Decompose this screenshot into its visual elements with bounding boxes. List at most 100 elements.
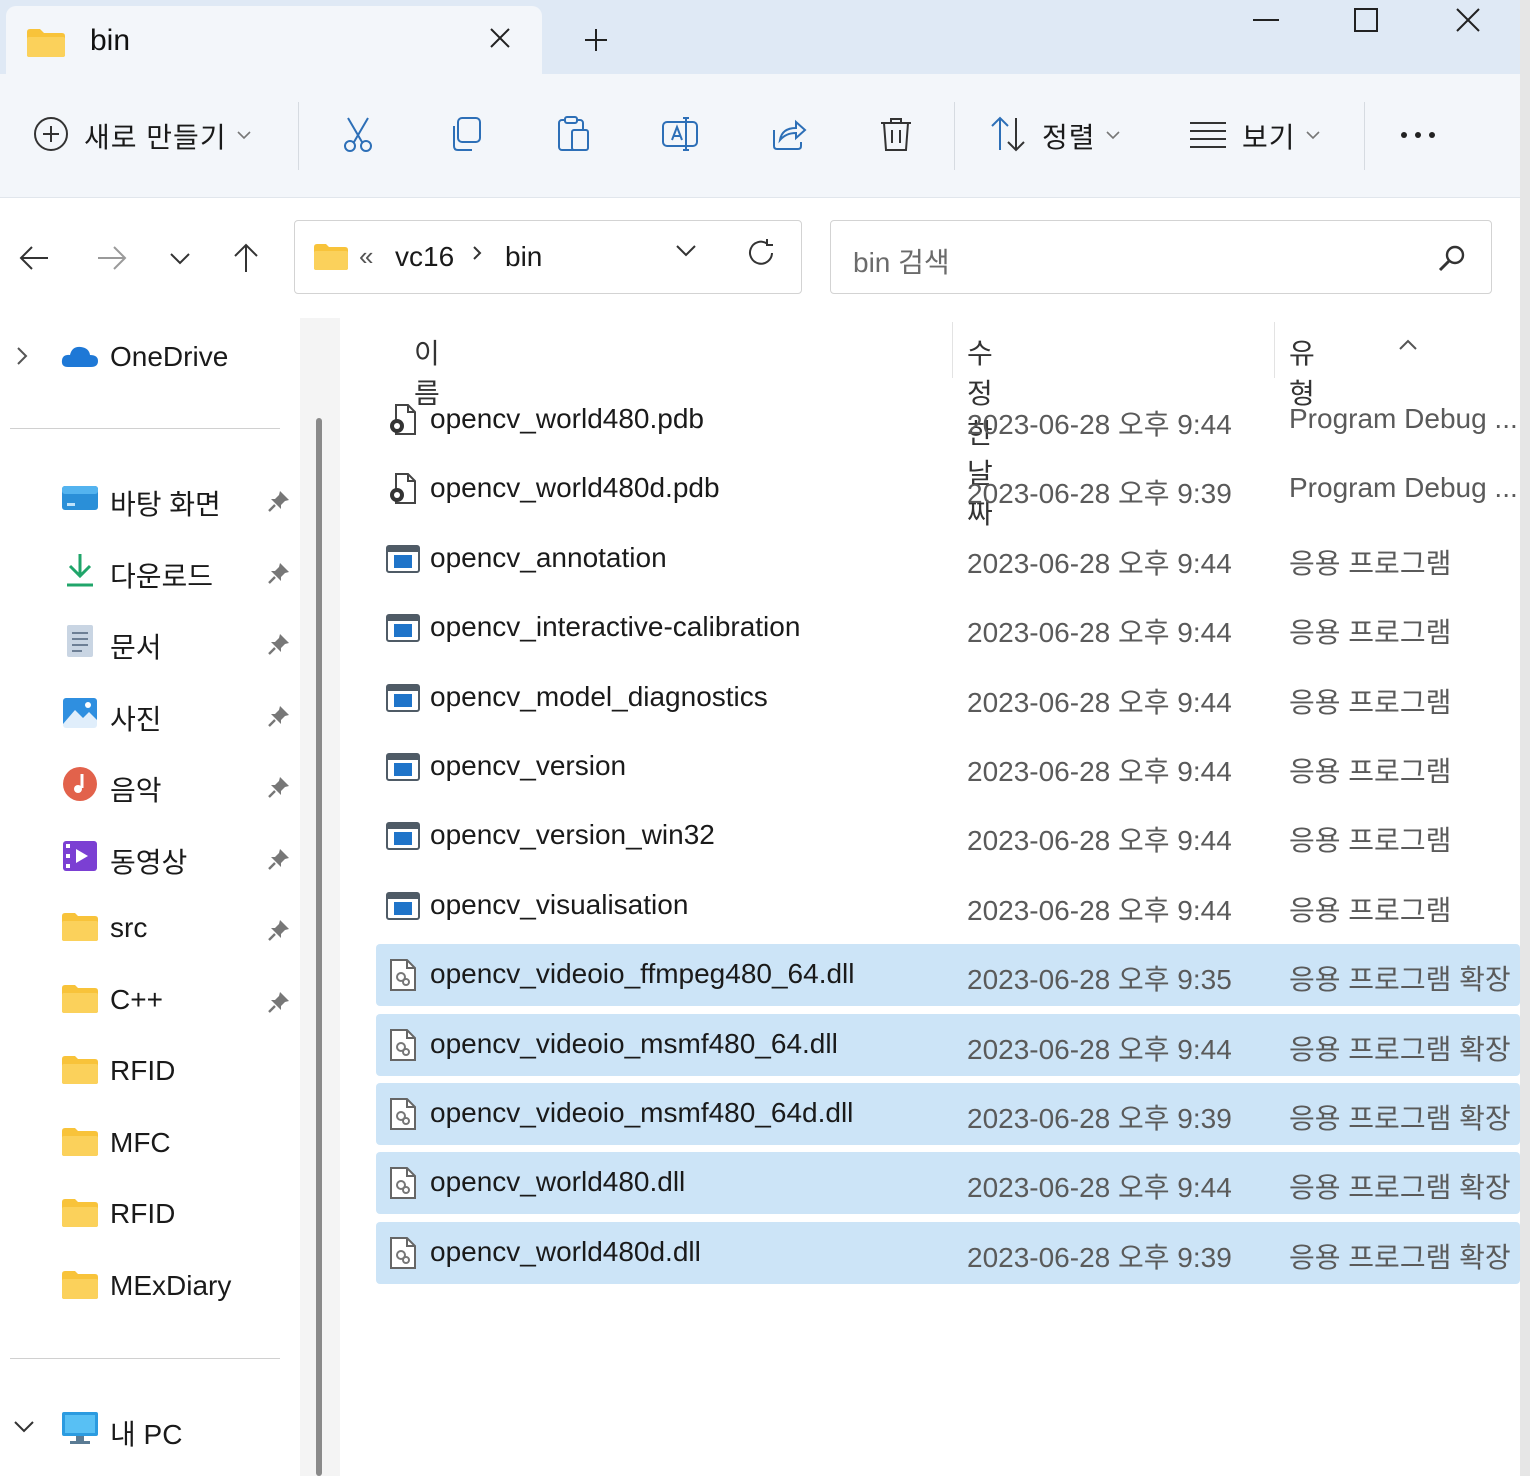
back-arrow-icon[interactable] bbox=[12, 236, 56, 280]
file-name: opencv_videoio_ffmpeg480_64.dll bbox=[430, 958, 855, 990]
command-bar: 새로 만들기 정렬 보기 bbox=[0, 74, 1520, 198]
breadcrumb-vc16[interactable]: vc16 bbox=[395, 241, 454, 273]
column-divider[interactable] bbox=[952, 322, 953, 378]
delete-button[interactable] bbox=[876, 108, 916, 164]
dll-file-icon bbox=[386, 1097, 420, 1131]
new-button-label: 새로 만들기 bbox=[84, 122, 227, 153]
navigation-bar: « vc16 bin bin 검색 bbox=[0, 198, 1520, 318]
scissors-icon bbox=[338, 114, 378, 159]
refresh-icon[interactable] bbox=[745, 237, 777, 274]
file-row[interactable]: opencv_model_diagnostics 2023-06-28 오후 9:… bbox=[376, 667, 1520, 729]
file-row[interactable]: opencv_videoio_msmf480_64.dll 2023-06-28 … bbox=[376, 1013, 1520, 1076]
sidebar-item-mexdiary[interactable]: MExDiary bbox=[0, 1255, 300, 1315]
more-options-button[interactable] bbox=[1398, 108, 1438, 164]
pin-icon[interactable] bbox=[266, 774, 292, 805]
forward-arrow-icon[interactable] bbox=[90, 236, 134, 280]
address-bar[interactable]: « vc16 bin bbox=[294, 220, 802, 294]
file-type: 응용 프로그램 bbox=[1289, 756, 1452, 787]
sidebar-item-rfid[interactable]: RFID bbox=[0, 1040, 300, 1100]
overflow-breadcrumb[interactable]: « bbox=[359, 241, 373, 272]
pin-icon[interactable] bbox=[266, 560, 292, 591]
sidebar-item-음악[interactable]: 음악 bbox=[0, 754, 300, 814]
file-date: 2023-06-28 오후 9:44 bbox=[967, 894, 1232, 926]
file-row[interactable]: opencv_videoio_msmf480_64d.dll 2023-06-28… bbox=[376, 1083, 1520, 1145]
column-divider[interactable] bbox=[1274, 322, 1275, 378]
sidebar-item-c++[interactable]: C++ bbox=[0, 969, 300, 1029]
sidebar-label: MFC bbox=[110, 1126, 171, 1158]
paste-button[interactable] bbox=[554, 108, 594, 164]
application-icon bbox=[386, 819, 420, 853]
recent-locations-chevron-icon[interactable] bbox=[158, 236, 202, 280]
breadcrumb-bin[interactable]: bin bbox=[505, 241, 542, 273]
file-name: opencv_world480d.pdb bbox=[430, 472, 720, 504]
pictures-icon bbox=[60, 695, 100, 731]
pin-icon[interactable] bbox=[266, 917, 292, 948]
scrollbar-thumb[interactable] bbox=[316, 418, 322, 1476]
nav-pane-scrollbar[interactable] bbox=[300, 318, 340, 1476]
file-row[interactable]: opencv_world480.dll 2023-06-28 오후 9:44 응용 … bbox=[376, 1152, 1520, 1215]
file-row[interactable]: opencv_world480d.dll 2023-06-28 오후 9:39 응용… bbox=[376, 1221, 1520, 1284]
file-date: 2023-06-28 오후 9:35 bbox=[967, 964, 1232, 996]
minimize-icon[interactable] bbox=[1236, 0, 1296, 40]
up-arrow-icon[interactable] bbox=[224, 236, 268, 280]
file-row[interactable]: opencv_version_win32 2023-06-28 오후 9:44 응용… bbox=[376, 805, 1520, 867]
title-bar: bin bbox=[0, 0, 1520, 74]
file-type: Program Debug ... bbox=[1289, 403, 1518, 434]
chevron-down-icon[interactable] bbox=[12, 1416, 36, 1441]
window-edge bbox=[1520, 0, 1530, 1476]
close-tab-icon[interactable] bbox=[482, 20, 518, 56]
sidebar-item-src[interactable]: src bbox=[0, 897, 300, 957]
sidebar-label: C++ bbox=[110, 983, 163, 1015]
sort-button[interactable]: 정렬 bbox=[988, 108, 1120, 164]
pin-icon[interactable] bbox=[266, 703, 292, 734]
sidebar-item-rfid[interactable]: RFID bbox=[0, 1183, 300, 1243]
maximize-icon[interactable] bbox=[1336, 0, 1396, 40]
sidebar-item-다운로드[interactable]: 다운로드 bbox=[0, 540, 300, 600]
file-type: 응용 프로그램 bbox=[1289, 686, 1452, 718]
search-icon[interactable] bbox=[1437, 243, 1467, 278]
sidebar-item-onedrive[interactable]: OneDrive bbox=[0, 326, 300, 386]
file-row[interactable]: opencv_world480.pdb 2023-06-28 오후 9:44 Pro… bbox=[376, 389, 1520, 451]
cut-button[interactable] bbox=[338, 108, 378, 164]
sidebar-item-this-pc[interactable]: 내 PC bbox=[0, 1398, 300, 1458]
copy-button[interactable] bbox=[446, 108, 486, 164]
desktop-icon bbox=[60, 480, 100, 516]
chevron-down-icon[interactable] bbox=[675, 243, 697, 262]
divider bbox=[954, 102, 955, 170]
new-tab-button[interactable] bbox=[576, 20, 616, 60]
sidebar-item-바탕-화면[interactable]: 바탕 화면 bbox=[0, 468, 300, 528]
chevron-down-icon bbox=[237, 127, 251, 145]
close-window-icon[interactable] bbox=[1438, 0, 1498, 40]
search-placeholder: bin 검색 bbox=[853, 247, 950, 278]
file-row[interactable]: opencv_videoio_ffmpeg480_64.dll 2023-06-2… bbox=[376, 944, 1520, 1007]
file-type: 응용 프로그램 bbox=[1289, 547, 1452, 579]
sidebar-item-동영상[interactable]: 동영상 bbox=[0, 826, 300, 886]
share-button[interactable] bbox=[768, 108, 808, 164]
file-list: 이름 수정한 날짜 유형 opencv_world480.pdb 2023-06-… bbox=[340, 318, 1520, 1476]
file-row[interactable]: opencv_visualisation 2023-06-28 오후 9:44 응용… bbox=[376, 875, 1520, 937]
file-row[interactable]: opencv_world480d.pdb 2023-06-28 오후 9:39 Pr… bbox=[376, 458, 1520, 520]
clipboard-icon bbox=[554, 114, 594, 159]
file-row[interactable]: opencv_interactive-calibration 2023-06-28… bbox=[376, 597, 1520, 659]
search-input[interactable]: bin 검색 bbox=[830, 220, 1492, 294]
tab-bin[interactable]: bin bbox=[6, 6, 542, 74]
file-type: 응용 프로그램 확장 bbox=[1289, 1033, 1511, 1065]
sidebar-item-사진[interactable]: 사진 bbox=[0, 683, 300, 743]
pin-icon[interactable] bbox=[266, 846, 292, 877]
pin-icon[interactable] bbox=[266, 488, 292, 519]
file-row[interactable]: opencv_annotation 2023-06-28 오후 9:44 응용 프로… bbox=[376, 528, 1520, 590]
chevron-right-icon[interactable] bbox=[12, 344, 32, 373]
dll-file-icon bbox=[386, 1236, 420, 1270]
new-button[interactable]: 새로 만들기 bbox=[32, 108, 251, 164]
file-row[interactable]: opencv_version 2023-06-28 오후 9:44 응용 프로그램 bbox=[376, 736, 1520, 798]
pin-icon[interactable] bbox=[266, 631, 292, 662]
file-date: 2023-06-28 오후 9:44 bbox=[967, 617, 1232, 649]
chevron-right-icon[interactable] bbox=[471, 245, 483, 266]
sidebar-item-mfc[interactable]: MFC bbox=[0, 1112, 300, 1172]
pin-icon[interactable] bbox=[266, 989, 292, 1020]
rename-button[interactable] bbox=[660, 108, 700, 164]
view-button[interactable]: 보기 bbox=[1188, 108, 1320, 164]
file-date: 2023-06-28 오후 9:39 bbox=[967, 1103, 1232, 1134]
application-icon bbox=[386, 889, 420, 923]
sidebar-item-문서[interactable]: 문서 bbox=[0, 611, 300, 671]
